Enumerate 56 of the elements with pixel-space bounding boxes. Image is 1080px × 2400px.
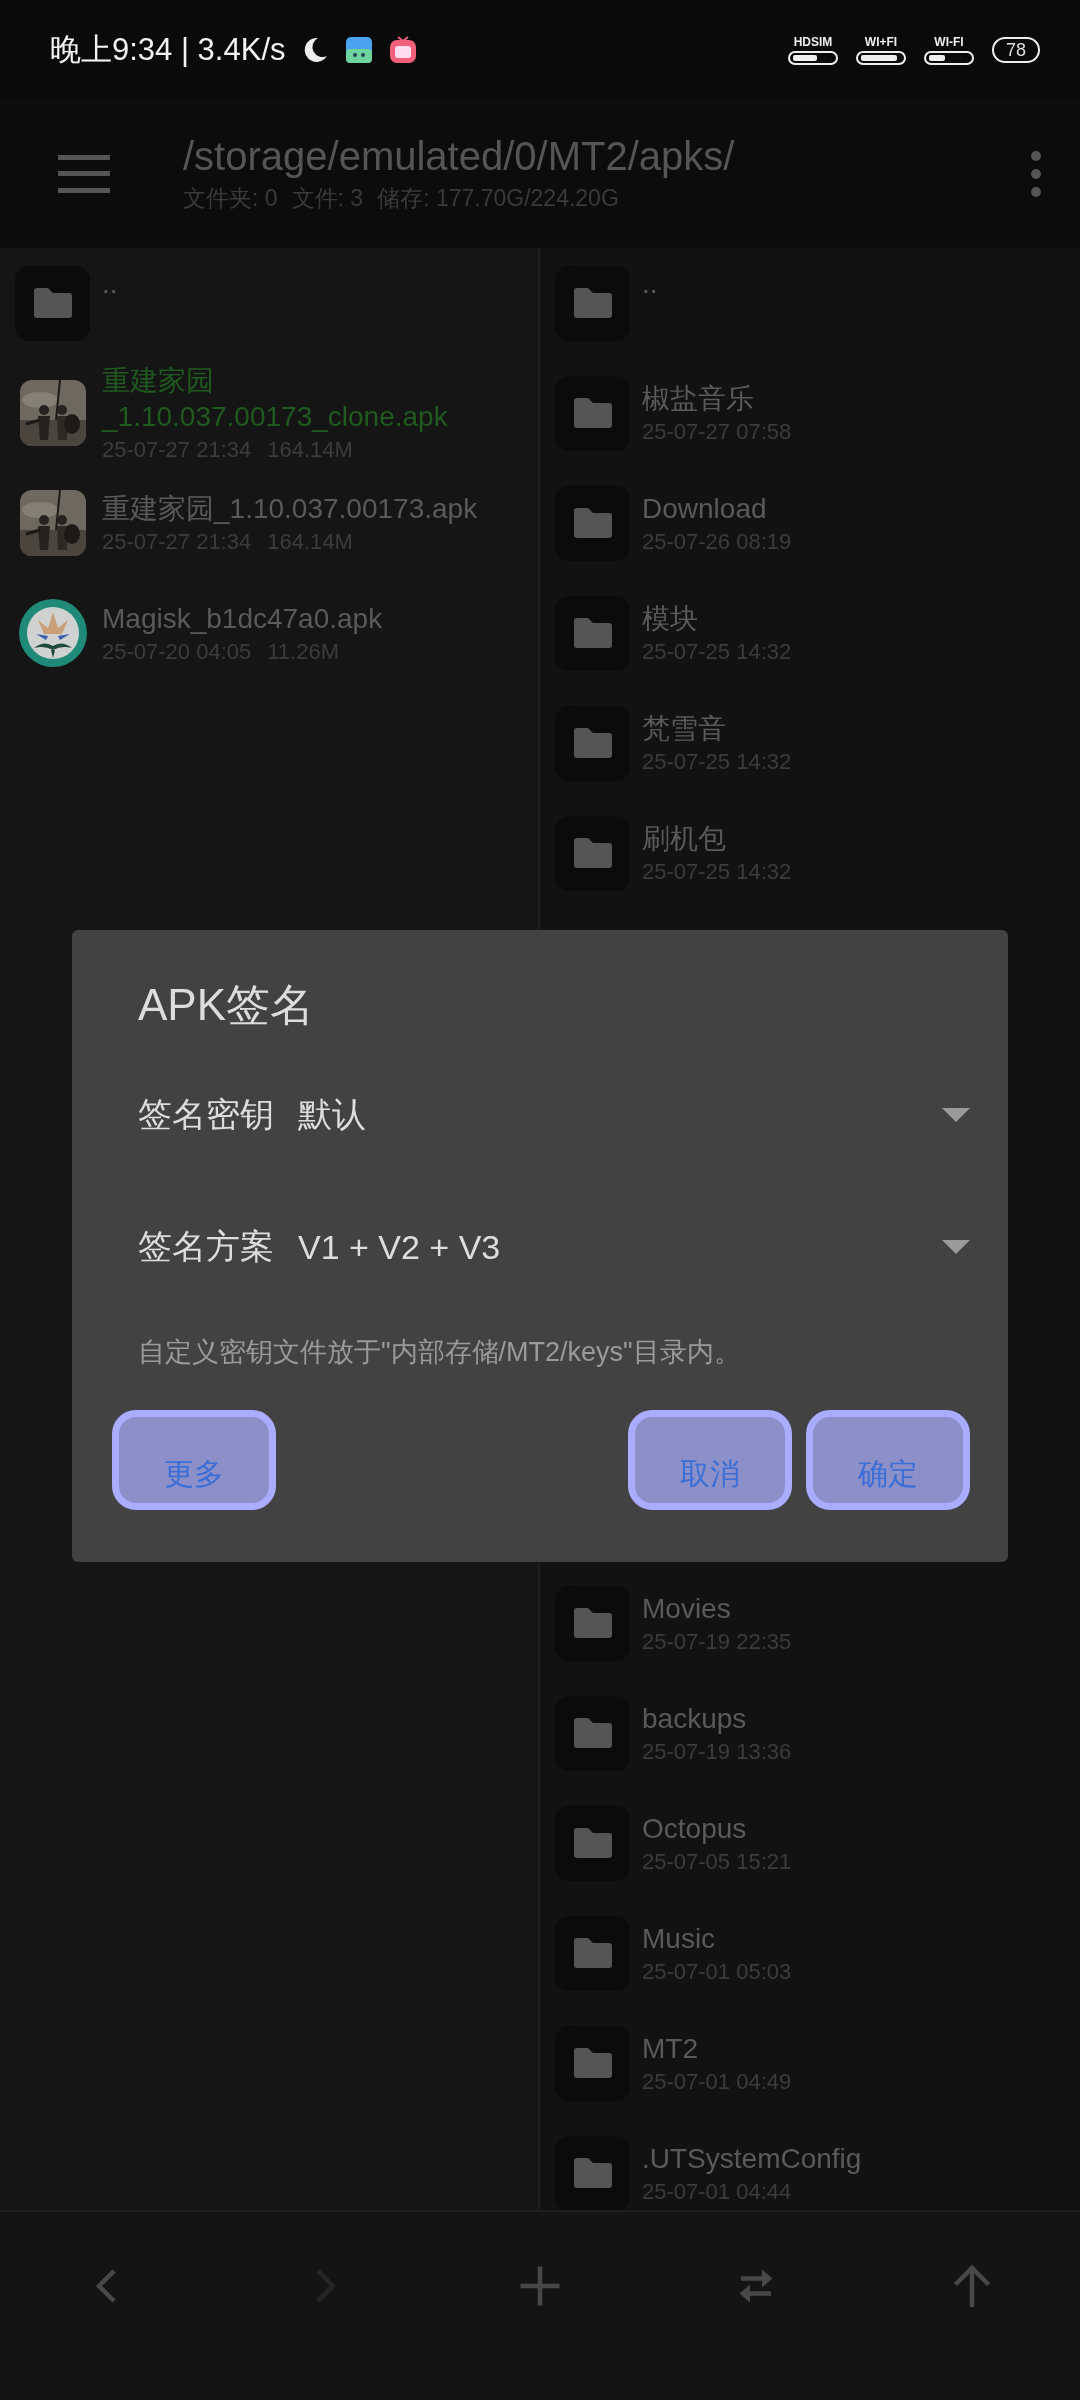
signal-label: HDSIM bbox=[793, 35, 833, 48]
menu-icon bbox=[58, 155, 110, 193]
file-name: Music bbox=[642, 1922, 717, 1956]
battery-level: 78 bbox=[992, 37, 1040, 63]
file-name: Movies bbox=[642, 1592, 732, 1626]
folder-icon bbox=[571, 2157, 614, 2189]
field-label: 签名密钥 bbox=[138, 1094, 274, 1135]
dropdown-caret-icon[interactable] bbox=[942, 1108, 970, 1122]
folder-icon bbox=[31, 287, 74, 319]
more-options-icon bbox=[1030, 150, 1042, 198]
status-time: 晚上9:34 | 3.4K/s bbox=[50, 31, 286, 69]
file-list-item[interactable]: .. bbox=[0, 248, 538, 358]
folder-icon bbox=[571, 287, 614, 319]
folder-icon bbox=[571, 1937, 614, 1969]
dropdown-value[interactable]: 默认 bbox=[298, 1092, 942, 1138]
folder-icon bbox=[571, 507, 614, 539]
folder-icon bbox=[571, 2047, 614, 2079]
signal-icon bbox=[788, 50, 838, 65]
file-name: MT2 bbox=[642, 2032, 699, 2066]
folder-icon bbox=[571, 397, 614, 429]
folder-icon bbox=[571, 837, 614, 869]
signal-icon bbox=[856, 50, 906, 65]
signal-label: WI-FI bbox=[934, 35, 964, 48]
folder-icon bbox=[571, 1827, 614, 1859]
confirm-button[interactable]: 确定 bbox=[806, 1410, 970, 1510]
folder-icon bbox=[571, 1607, 614, 1639]
app-icon bbox=[17, 598, 88, 668]
file-name: Download bbox=[642, 492, 768, 526]
parent-folder-label: .. bbox=[642, 267, 658, 301]
file-name: 刷机包 bbox=[642, 822, 727, 856]
folder-icon bbox=[571, 727, 614, 759]
app-icon bbox=[343, 35, 374, 65]
signal-label: WI+FI bbox=[864, 35, 898, 48]
file-name: 重建家园_1.10.037.00173_clone.apk bbox=[102, 364, 449, 434]
more-button[interactable]: 更多 bbox=[112, 1410, 276, 1510]
dropdown-caret-icon[interactable] bbox=[942, 1240, 970, 1254]
signal-icon bbox=[924, 50, 974, 65]
dialog-title: APK签名 bbox=[138, 980, 316, 1030]
file-name: 模块 bbox=[642, 602, 699, 636]
file-list-item[interactable]: .. bbox=[540, 248, 1080, 358]
folder-icon bbox=[571, 617, 614, 649]
file-name: 椒盐音乐 bbox=[642, 382, 755, 416]
cancel-button[interactable]: 取消 bbox=[628, 1410, 792, 1510]
file-name: Octopus bbox=[642, 1812, 748, 1846]
folder-icon bbox=[571, 1717, 614, 1749]
current-path: /storage/emulated/0/MT2/apks/ bbox=[183, 134, 736, 179]
tv-icon bbox=[387, 35, 418, 65]
parent-folder-label: .. bbox=[102, 267, 118, 301]
hint-text: 自定义密钥文件放于"内部存储/MT2/keys"目录内。 bbox=[138, 1336, 742, 1369]
field-label: 签名方案 bbox=[138, 1226, 274, 1267]
file-name: 重建家园_1.10.037.00173.apk bbox=[102, 492, 478, 526]
file-name: 梵雪音 bbox=[642, 712, 727, 746]
file-name: backups bbox=[642, 1702, 748, 1736]
dropdown-value[interactable]: V1 + V2 + V3 bbox=[298, 1227, 942, 1267]
file-name: .UTSystemConfig bbox=[642, 2142, 862, 2176]
file-name: Magisk_b1dc47a0.apk bbox=[102, 602, 383, 636]
